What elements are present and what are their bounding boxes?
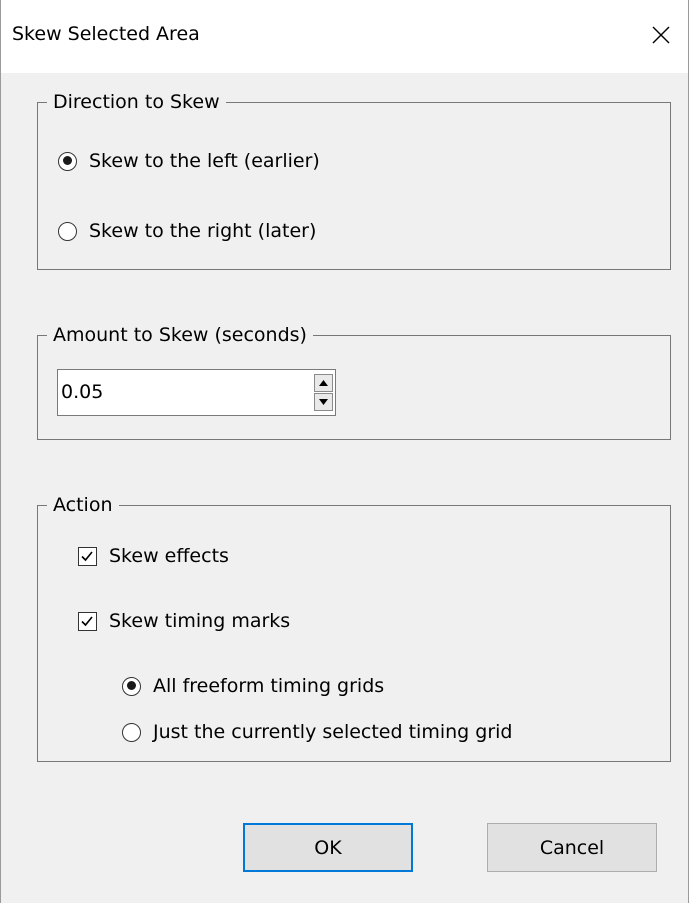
selected-grid-radio[interactable] [122,722,141,742]
skew-effects-label[interactable]: Skew effects [109,545,229,567]
amount-spinbox[interactable]: 0.05 [57,369,336,416]
spin-up-button[interactable] [314,374,333,392]
skew-timing-marks-checkbox-option[interactable]: Skew timing marks [78,607,290,635]
cancel-button[interactable]: Cancel [487,823,657,872]
direction-legend: Direction to Skew [47,89,226,115]
skew-left-radio[interactable] [58,151,77,171]
skew-timing-marks-label[interactable]: Skew timing marks [109,610,290,632]
all-freeform-grids-radio-option[interactable]: All freeform timing grids [122,672,384,700]
spin-up-arrow-icon [319,380,328,386]
spin-down-button[interactable] [314,393,333,411]
skew-left-radio-option[interactable]: Skew to the left (earlier) [58,147,320,175]
dialog-title: Skew Selected Area [12,23,200,45]
spin-down-arrow-icon [319,399,328,405]
skew-timing-marks-checkbox[interactable] [78,611,97,631]
skew-right-radio-option[interactable]: Skew to the right (later) [58,217,316,245]
skew-right-label[interactable]: Skew to the right (later) [89,220,316,242]
amount-groupbox: Amount to Skew (seconds) 0.05 [37,322,671,440]
skew-dialog: Skew Selected Area Direction to Skew Ske… [0,0,689,903]
close-button[interactable] [630,0,688,73]
checkmark-icon [81,550,93,561]
skew-right-radio[interactable] [58,221,77,241]
action-legend: Action [47,492,119,518]
skew-effects-checkbox[interactable] [78,546,97,566]
all-freeform-grids-label[interactable]: All freeform timing grids [153,675,384,697]
action-groupbox: Action Skew effects Skew timing marks Al… [37,492,671,762]
close-icon [652,26,670,44]
selected-grid-label[interactable]: Just the currently selected timing grid [153,721,512,743]
checkmark-icon [81,615,93,626]
amount-value-input[interactable]: 0.05 [61,370,103,415]
title-bar: Skew Selected Area [1,0,688,73]
direction-groupbox: Direction to Skew Skew to the left (earl… [37,89,671,270]
skew-left-label[interactable]: Skew to the left (earlier) [89,150,320,172]
amount-legend: Amount to Skew (seconds) [47,322,313,348]
selected-grid-radio-option[interactable]: Just the currently selected timing grid [122,718,512,746]
all-freeform-grids-radio[interactable] [122,676,141,696]
skew-effects-checkbox-option[interactable]: Skew effects [78,542,229,570]
ok-button[interactable]: OK [243,823,413,872]
